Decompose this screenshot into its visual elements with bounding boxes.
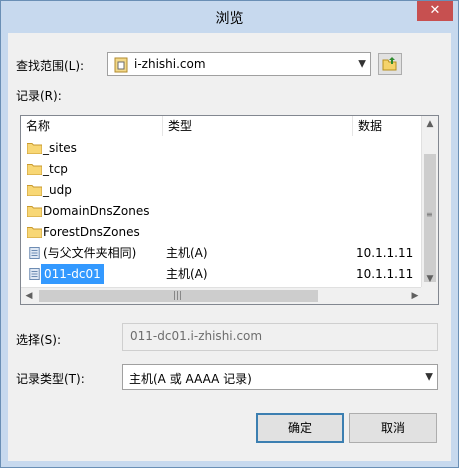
vertical-scroll-thumb[interactable]: ≡ — [424, 154, 436, 282]
list-item[interactable]: _sites — [21, 138, 421, 158]
record-type: 主机(A) — [166, 267, 208, 281]
list-item[interactable]: ForestDnsZones — [21, 222, 421, 242]
record-name: _tcp — [43, 162, 68, 176]
record-type: 主机(A) — [166, 246, 208, 260]
record-name: (与父文件夹相同) — [43, 246, 137, 260]
dialog-title: 浏览 — [215, 11, 244, 27]
records-label: 记录(R): — [16, 89, 62, 103]
column-header-name[interactable]: 名称 — [21, 116, 163, 136]
record-data: 10.1.1.11 — [356, 246, 414, 260]
scroll-up-icon[interactable]: ▲ — [422, 116, 438, 132]
column-header-type[interactable]: 类型 — [163, 116, 353, 136]
close-button[interactable]: ✕ — [417, 1, 453, 21]
folder-icon — [27, 143, 42, 154]
list-item-selected[interactable]: 011-dc01 主机(A) 10.1.1.11 — [21, 264, 421, 284]
selection-label: 选择(S): — [16, 333, 62, 347]
record-type-label: 记录类型(T): — [16, 372, 85, 386]
column-header-data[interactable]: 数据 — [353, 116, 423, 136]
browse-dialog: 浏览 ✕ 查找范围(L): i-zhishi.com ▼ 记录(R): 名称 类… — [0, 0, 459, 468]
list-item[interactable]: (与父文件夹相同) 主机(A) 10.1.1.11 — [21, 243, 421, 263]
record-type-dropdown[interactable]: 主机(A 或 AAAA 记录) ▼ — [122, 364, 438, 390]
up-folder-icon — [382, 57, 397, 71]
up-level-button[interactable] — [378, 53, 402, 75]
record-data: 10.1.1.11 — [356, 267, 414, 281]
record-name: DomainDnsZones — [43, 204, 150, 218]
folder-icon — [27, 206, 42, 217]
folder-icon — [27, 164, 42, 175]
lookin-label: 查找范围(L): — [16, 59, 85, 73]
records-list[interactable]: 名称 类型 数据 _sites _tcp _udp DomainDnsZones — [20, 115, 439, 305]
dialog-body: 查找范围(L): i-zhishi.com ▼ 记录(R): 名称 类型 数据 … — [8, 33, 451, 461]
record-icon — [29, 247, 40, 259]
record-type-value: 主机(A 或 AAAA 记录) — [129, 372, 252, 386]
folder-icon — [27, 227, 42, 238]
vertical-scrollbar[interactable]: ▲ ≡ ▼ — [421, 116, 438, 287]
ok-button[interactable]: 确定 — [256, 413, 344, 443]
cancel-button[interactable]: 取消 — [349, 413, 437, 443]
lookin-value: i-zhishi.com — [134, 57, 206, 71]
domain-icon — [114, 57, 128, 73]
list-item[interactable]: _udp — [21, 180, 421, 200]
folder-icon — [27, 185, 42, 196]
horizontal-scrollbar[interactable]: ◀ ||| ▶ — [21, 287, 423, 304]
list-item[interactable]: DomainDnsZones — [21, 201, 421, 221]
list-item[interactable]: _tcp — [21, 159, 421, 179]
chevron-down-icon: ▼ — [425, 371, 433, 383]
record-name: ForestDnsZones — [43, 225, 140, 239]
record-name: _udp — [43, 183, 72, 197]
scroll-left-icon[interactable]: ◀ — [21, 288, 37, 304]
grip-icon: ||| — [173, 291, 183, 301]
horizontal-scroll-thumb[interactable]: ||| — [39, 290, 318, 302]
scroll-corner — [421, 287, 438, 304]
chevron-down-icon: ▼ — [358, 58, 366, 70]
record-name: _sites — [43, 141, 77, 155]
record-icon — [29, 268, 40, 280]
selection-field: 011-dc01.i-zhishi.com — [122, 323, 438, 351]
lookin-dropdown[interactable]: i-zhishi.com ▼ — [107, 52, 371, 76]
grip-icon: ≡ — [426, 210, 433, 219]
record-name: 011-dc01 — [41, 264, 104, 284]
title-bar[interactable]: 浏览 ✕ — [1, 1, 458, 33]
scroll-down-icon[interactable]: ▼ — [422, 271, 438, 287]
